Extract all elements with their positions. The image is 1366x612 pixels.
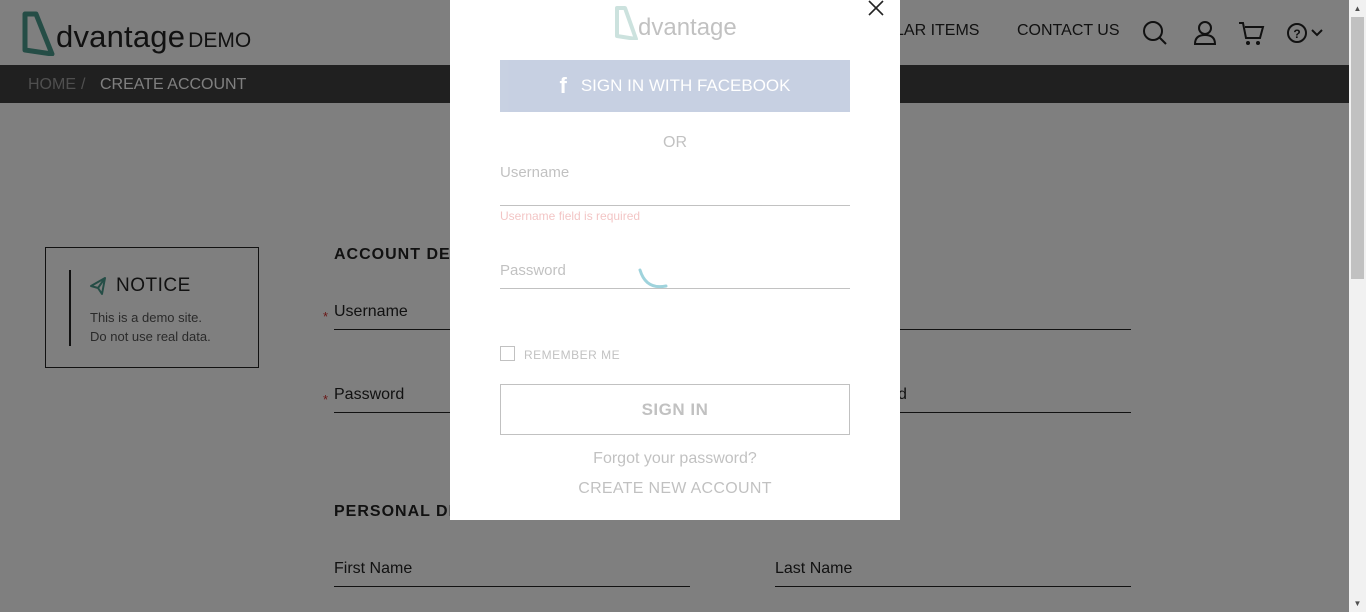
- modal-password-label[interactable]: Password: [500, 262, 566, 279]
- scrollbar-thumb[interactable]: [1351, 17, 1364, 279]
- modal-username-label[interactable]: Username: [500, 164, 569, 181]
- create-new-account-link[interactable]: CREATE NEW ACCOUNT: [450, 480, 900, 498]
- facebook-signin-label: SIGN IN WITH FACEBOOK: [580, 76, 791, 95]
- modal-username-input[interactable]: [500, 205, 850, 206]
- signin-button[interactable]: SIGN IN: [500, 384, 850, 435]
- login-modal: dvantage f SIGN IN WITH FACEBOOK OR User…: [450, 0, 900, 520]
- page-scrollbar[interactable]: ▲ ▼: [1349, 0, 1366, 612]
- or-divider: OR: [663, 134, 687, 151]
- facebook-signin-button[interactable]: f SIGN IN WITH FACEBOOK: [500, 60, 850, 112]
- scroll-up-icon[interactable]: ▲: [1349, 0, 1366, 17]
- remember-me-checkbox[interactable]: [500, 346, 515, 361]
- username-error-message: Username field is required: [500, 209, 641, 223]
- remember-me-label[interactable]: REMEMBER ME: [524, 348, 620, 362]
- forgot-password-link[interactable]: Forgot your password?: [450, 450, 900, 468]
- facebook-icon: f: [559, 73, 567, 98]
- scroll-down-icon[interactable]: ▼: [1349, 595, 1366, 612]
- loading-spinner-icon: [638, 268, 668, 289]
- modal-logo: dvantage: [615, 6, 737, 40]
- modal-logo-text: dvantage: [638, 14, 737, 40]
